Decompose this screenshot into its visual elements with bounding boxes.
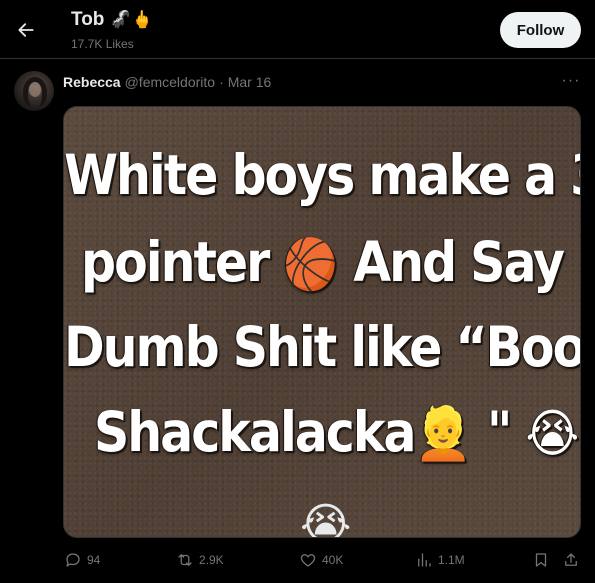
author-handle[interactable]: @femceldorito (125, 74, 215, 90)
likes-count: 17.7K Likes (71, 37, 134, 51)
meme-line-4-quote: " (471, 400, 526, 465)
share-button[interactable] (562, 547, 580, 573)
views-button[interactable]: 1.1M (415, 547, 465, 573)
meme-line-3: Dumb Shit like “Boom (64, 315, 581, 380)
meme-line-1: White boys make a 3 (64, 143, 581, 208)
profile-name: Tob 🦨🖕 (71, 9, 153, 31)
meme-line-2-end: And Say (338, 230, 565, 295)
meme-line-2-start: pointer (81, 230, 284, 295)
basketball-emoji: 🏀 (283, 236, 339, 294)
retweet-count: 2.9K (199, 553, 224, 567)
tweet-media-image[interactable]: White boys make a 3 pointer 🏀 And Say Du… (63, 106, 581, 538)
bookmark-button[interactable] (532, 547, 550, 573)
avatar-face (29, 82, 41, 97)
meme-line-2: pointer 🏀 And Say (64, 231, 580, 295)
views-count: 1.1M (438, 553, 465, 567)
bookmark-icon (535, 553, 547, 567)
crying-face-emoji: 😭 (579, 403, 580, 463)
profile-name-emojis: 🦨🖕 (110, 10, 153, 29)
more-button[interactable]: ··· (558, 70, 584, 92)
crying-face-emoji: 😭 (300, 500, 352, 538)
more-horizontal-icon: ··· (561, 72, 581, 89)
retweet-icon (178, 554, 192, 566)
heart-icon (300, 554, 316, 567)
share-icon (565, 553, 577, 566)
profile-header: Tob 🦨🖕 17.7K Likes Follow (0, 0, 595, 59)
arrow-left-icon (18, 23, 34, 37)
tweet-date[interactable]: Mar 16 (228, 74, 272, 90)
meme-line-4: Shackalacka👱 " 😭😭 (64, 401, 580, 465)
tweet-meta: Rebecca @femceldorito · Mar 16 (63, 74, 271, 90)
follow-button[interactable]: Follow (500, 12, 581, 48)
blond-person-emoji: 👱 (414, 402, 472, 464)
author-name[interactable]: Rebecca (63, 74, 121, 90)
crying-face-emoji: 😭 (525, 402, 580, 464)
reply-icon (66, 553, 80, 567)
profile-name-text: Tob (71, 9, 105, 30)
tweet-actions: 94 2.9K 40K 1.1M (63, 547, 583, 573)
reply-button[interactable]: 94 (64, 547, 100, 573)
reply-count: 94 (87, 553, 101, 567)
like-button[interactable]: 40K (299, 547, 343, 573)
views-chart-icon (418, 553, 431, 567)
meta-separator: · (219, 74, 224, 90)
retweet-button[interactable]: 2.9K (176, 547, 224, 573)
avatar[interactable] (14, 71, 54, 111)
back-button[interactable] (12, 16, 40, 44)
meme-line-4-text: Shackalacka (94, 400, 416, 465)
like-count: 40K (322, 553, 344, 567)
